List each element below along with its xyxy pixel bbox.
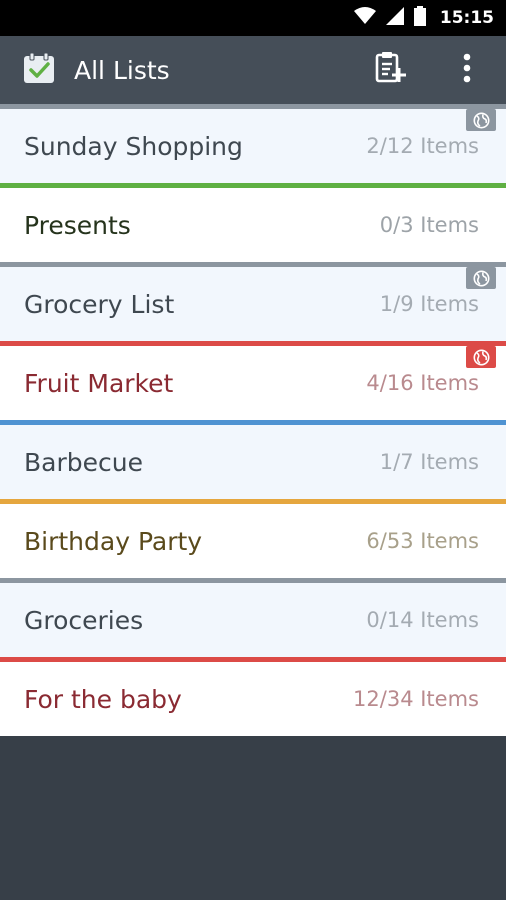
- list-item-count: 1/9 Items: [379, 292, 479, 316]
- list-item[interactable]: Groceries 0/14 Items: [0, 578, 506, 657]
- list-color-bar: [0, 499, 506, 504]
- list-color-bar: [0, 183, 506, 188]
- list-item-count: 1/7 Items: [379, 450, 479, 474]
- add-list-button[interactable]: [360, 36, 420, 104]
- signal-icon: [385, 7, 404, 29]
- list-item-count: 4/16 Items: [366, 371, 479, 395]
- list-item[interactable]: Barbecue 1/7 Items: [0, 420, 506, 499]
- list-color-bar: [0, 262, 506, 267]
- wifi-icon: [353, 7, 376, 29]
- list-name: Fruit Market: [24, 368, 174, 398]
- list-container: Sunday Shopping 2/12 Items Presents 0/3 Ite…: [0, 104, 506, 736]
- overflow-menu-icon: [463, 53, 471, 87]
- list-name: Groceries: [24, 605, 144, 635]
- list-item[interactable]: Sunday Shopping 2/12 Items: [0, 104, 506, 183]
- shared-globe-icon: [466, 346, 496, 368]
- add-list-icon: [373, 51, 407, 89]
- list-item[interactable]: Grocery List 1/9 Items: [0, 262, 506, 341]
- list-item[interactable]: For the baby 12/34 Items: [0, 657, 506, 736]
- overflow-menu-button[interactable]: [442, 36, 492, 104]
- battery-icon: [413, 6, 426, 30]
- list-item[interactable]: Presents 0/3 Items: [0, 183, 506, 262]
- list-item-count: 0/14 Items: [366, 608, 479, 632]
- list-item[interactable]: Fruit Market 4/16 Items: [0, 341, 506, 420]
- clipboard-check-icon: [22, 51, 56, 89]
- list-name: Barbecue: [24, 447, 143, 477]
- page-title: All Lists: [74, 55, 170, 85]
- app-bar: All Lists: [0, 36, 506, 104]
- list-item-count: 2/12 Items: [366, 134, 479, 158]
- list-item-count: 6/53 Items: [366, 529, 479, 553]
- list-name: Grocery List: [24, 289, 175, 319]
- shared-globe-icon: [466, 109, 496, 131]
- list-name: Birthday Party: [24, 526, 203, 556]
- list-color-bar: [0, 341, 506, 346]
- list-item-count: 0/3 Items: [379, 213, 479, 237]
- status-bar: 15:15: [0, 0, 506, 36]
- list-item-count: 12/34 Items: [353, 687, 479, 711]
- shared-globe-icon: [466, 267, 496, 289]
- list-name: Presents: [24, 210, 131, 240]
- list-color-bar: [0, 420, 506, 425]
- list-color-bar: [0, 578, 506, 583]
- list-name: Sunday Shopping: [24, 131, 243, 161]
- status-time: 15:15: [439, 8, 494, 28]
- list-name: For the baby: [24, 684, 182, 714]
- list-item[interactable]: Birthday Party 6/53 Items: [0, 499, 506, 578]
- list-color-bar: [0, 104, 506, 109]
- list-color-bar: [0, 657, 506, 662]
